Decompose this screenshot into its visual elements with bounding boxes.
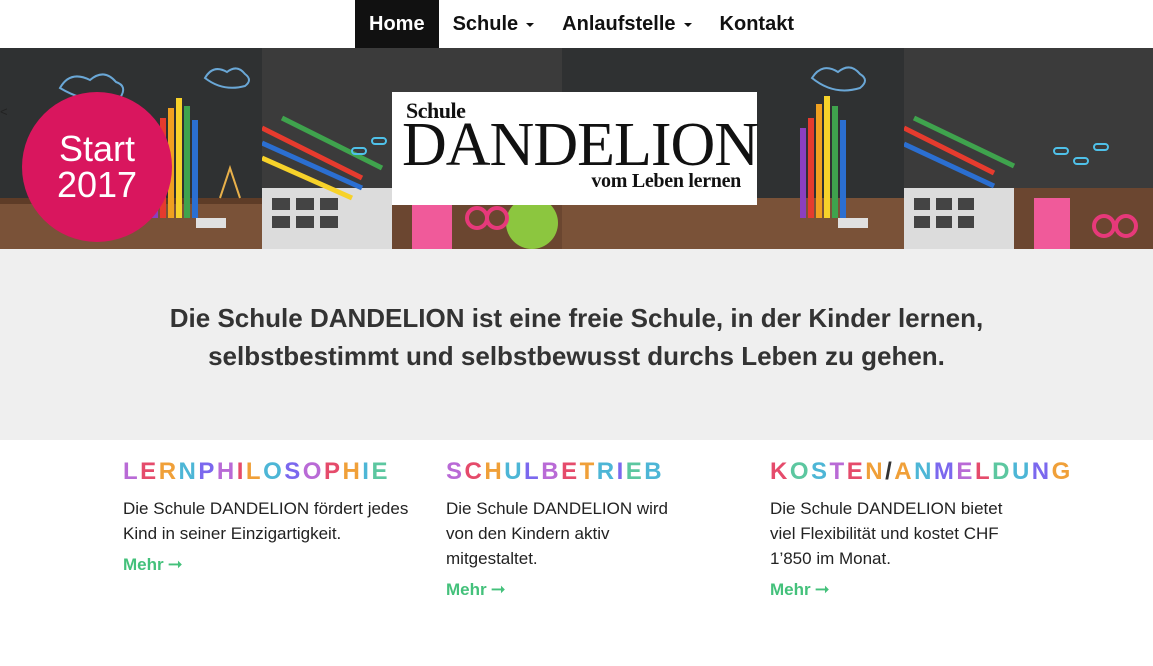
title-letter: E <box>561 458 580 485</box>
title-letter: H <box>342 458 363 485</box>
title-letter: C <box>464 458 485 485</box>
title-letter: D <box>992 458 1012 485</box>
title-letter: E <box>371 458 390 485</box>
nav-item-anlaufstelle[interactable]: Anlaufstelle <box>548 0 705 48</box>
caret-down-icon <box>526 23 535 27</box>
feature-column-lernphilosophie: LERNPHILOSOPHIE Die Schule DANDELION för… <box>123 458 423 575</box>
nav-item-label: Home <box>369 12 425 35</box>
title-letter: O <box>263 458 285 485</box>
nav-item-label: Schule <box>452 12 519 35</box>
nav-item-home[interactable]: Home <box>355 0 439 48</box>
column-description: Die Schule DANDELION wird von den Kinder… <box>446 499 669 568</box>
title-letter: L <box>974 458 993 485</box>
title-letter: I <box>236 458 246 485</box>
nav-item-label: Anlaufstelle <box>562 12 676 35</box>
title-letter: N <box>178 458 199 485</box>
title-letter: S <box>446 458 465 485</box>
logo-tagline: vom Leben lernen <box>591 170 741 192</box>
more-label: Mehr <box>446 579 487 599</box>
title-letter: S <box>284 458 303 485</box>
title-letter: T <box>829 458 847 485</box>
title-letter: B <box>644 458 665 485</box>
hero-image-supplies-2 <box>904 48 1153 249</box>
title-letter: K <box>770 458 790 485</box>
nav-menu: Home Schule Anlaufstelle Kontakt <box>355 0 808 48</box>
nav-item-schule[interactable]: Schule <box>439 0 549 48</box>
arrow-right-icon: ➞ <box>490 579 506 599</box>
title-letter: A <box>894 458 915 485</box>
title-letter: G <box>1051 458 1073 485</box>
title-letter: H <box>216 458 237 485</box>
more-link[interactable]: Mehr ➞ <box>770 579 830 600</box>
title-letter: E <box>846 458 866 485</box>
column-title: LERNPHILOSOPHIE <box>123 458 423 488</box>
title-letter: N <box>1031 458 1052 485</box>
title-letter: H <box>484 458 505 485</box>
top-navigation: Home Schule Anlaufstelle Kontakt <box>0 0 1153 48</box>
intro-section: Die Schule DANDELION ist eine freie Schu… <box>0 249 1153 440</box>
title-letter: U <box>1011 458 1032 485</box>
carousel-prev-arrow[interactable]: < <box>0 104 8 119</box>
title-letter: O <box>302 458 324 485</box>
arrow-right-icon: ➞ <box>167 554 183 574</box>
caret-down-icon <box>683 23 692 27</box>
column-description: Die Schule DANDELION bietet viel Flexibi… <box>770 499 1003 568</box>
nav-item-label: Kontakt <box>719 12 794 35</box>
title-letter: P <box>323 458 343 485</box>
badge-line1: Start <box>58 128 136 169</box>
column-description: Die Schule DANDELION fördert jedes Kind … <box>123 499 409 543</box>
title-letter: / <box>885 458 895 485</box>
more-link[interactable]: Mehr ➞ <box>446 579 506 600</box>
title-letter: T <box>579 458 597 485</box>
nav-item-kontakt[interactable]: Kontakt <box>706 0 808 48</box>
more-link[interactable]: Mehr ➞ <box>123 554 183 575</box>
column-title: SCHULBETRIEB <box>446 458 746 488</box>
title-letter: U <box>504 458 525 485</box>
feature-column-schulbetrieb: SCHULBETRIEB Die Schule DANDELION wird v… <box>446 458 746 600</box>
more-label: Mehr <box>123 554 164 574</box>
title-letter: B <box>541 458 562 485</box>
title-letter: L <box>123 458 141 485</box>
title-letter: L <box>524 458 542 485</box>
title-letter: O <box>789 458 812 485</box>
title-letter: S <box>811 458 830 485</box>
logo-big-text: DANDELION <box>402 111 759 179</box>
more-label: Mehr <box>770 579 811 599</box>
title-letter: E <box>956 458 975 485</box>
column-title: KOSTEN/ANMELDUNG <box>770 458 1070 488</box>
title-letter: R <box>596 458 617 485</box>
title-letter: R <box>158 458 179 485</box>
title-letter: P <box>198 458 217 485</box>
arrow-right-icon: ➞ <box>814 579 830 599</box>
school-logo[interactable]: Schule DANDELION vom Leben lernen <box>392 92 759 205</box>
title-letter: N <box>865 458 886 485</box>
start-badge: Start 2017 <box>22 92 172 242</box>
intro-text: Die Schule DANDELION ist eine freie Schu… <box>169 302 984 371</box>
title-letter: I <box>616 458 626 485</box>
title-letter: E <box>625 458 645 485</box>
badge-line2: 2017 <box>56 164 138 205</box>
title-letter: E <box>140 458 159 485</box>
feature-column-kosten-anmeldung: KOSTEN/ANMELDUNG Die Schule DANDELION bi… <box>770 458 1070 600</box>
title-letter: N <box>914 458 934 485</box>
title-letter: L <box>245 458 264 485</box>
title-letter: M <box>933 458 957 485</box>
